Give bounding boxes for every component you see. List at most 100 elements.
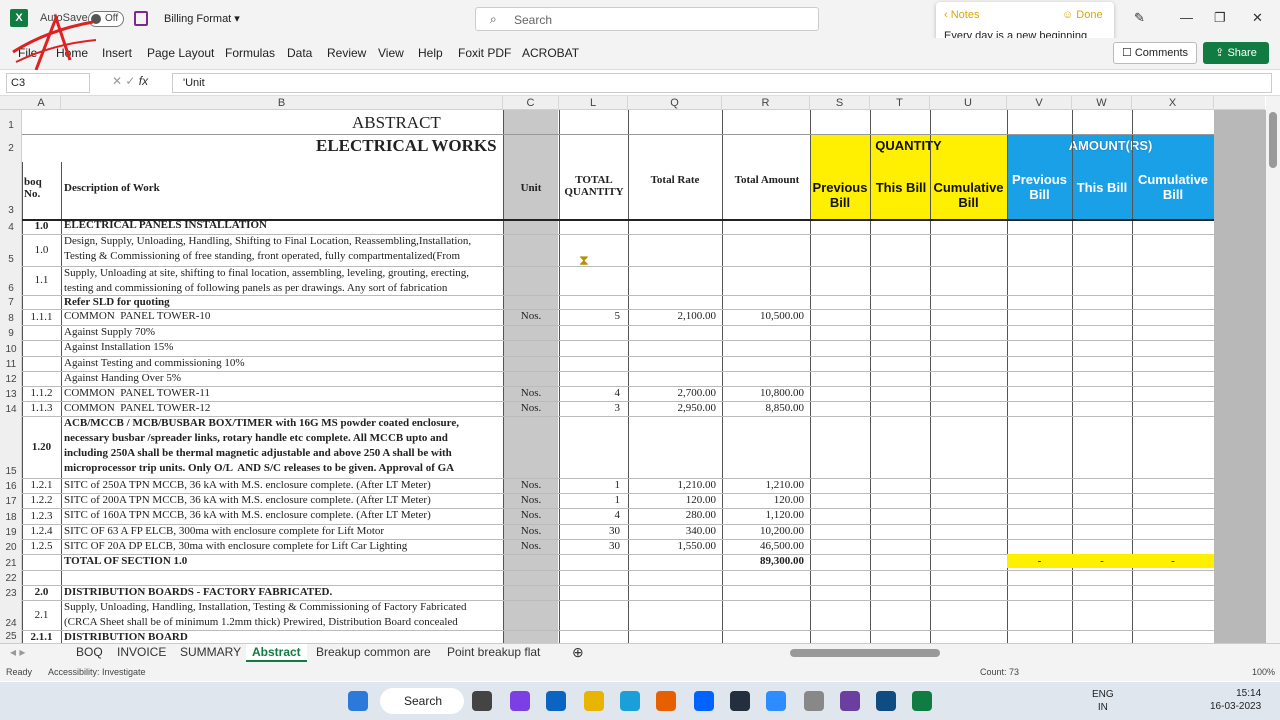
quantity-cell[interactable] — [559, 266, 620, 295]
rate-cell[interactable] — [628, 234, 716, 266]
unit-cell[interactable]: Nos. — [503, 524, 559, 539]
amount-cell[interactable] — [722, 340, 804, 356]
clock[interactable]: 15:14 16-03-2023 — [1210, 687, 1261, 713]
row-header[interactable]: 24 — [0, 618, 22, 629]
unit-cell[interactable]: Nos. — [503, 539, 559, 554]
tab-boq[interactable]: BOQ — [76, 644, 103, 662]
scroll-thumb[interactable] — [1269, 112, 1277, 168]
unit-cell[interactable]: Nos. — [503, 386, 559, 401]
document-title[interactable]: Billing Format ▾ — [164, 12, 240, 25]
boq-cell[interactable] — [22, 356, 61, 371]
quantity-cell[interactable] — [559, 600, 620, 630]
horizontal-scrollbar[interactable] — [790, 649, 940, 657]
amount-cell[interactable] — [722, 585, 804, 600]
quantity-cell[interactable] — [559, 340, 620, 356]
unit-cell[interactable]: Nos. — [503, 401, 559, 416]
unit-cell[interactable] — [503, 340, 559, 356]
dropbox-icon[interactable] — [694, 691, 714, 711]
outlook-icon[interactable] — [546, 691, 566, 711]
qty-previous-bill-header[interactable]: Previous Bill — [810, 180, 870, 210]
quantity-cell[interactable]: 1 — [559, 478, 621, 493]
boq-cell[interactable]: 1.0 — [22, 234, 61, 266]
row-header[interactable]: 11 — [0, 359, 22, 370]
quantity-header[interactable]: QUANTITY — [810, 138, 1007, 153]
unit-cell[interactable] — [503, 325, 559, 340]
tab-abstract[interactable]: Abstract — [246, 644, 307, 662]
row-header[interactable]: 25 — [0, 631, 22, 642]
row-header[interactable]: 15 — [0, 466, 22, 477]
row-header[interactable]: 10 — [0, 344, 22, 355]
vertical-scrollbar[interactable] — [1266, 96, 1280, 643]
rate-cell[interactable] — [628, 554, 716, 570]
rate-cell[interactable] — [628, 570, 716, 585]
col-header[interactable]: X — [1132, 96, 1214, 110]
row-header[interactable]: 12 — [0, 374, 22, 385]
unit-cell[interactable] — [503, 600, 559, 630]
unit-cell[interactable]: Nos. — [503, 508, 559, 524]
col-header[interactable]: A — [22, 96, 61, 110]
amount-cell[interactable] — [722, 234, 804, 266]
amount-cell[interactable]: 10,800.00 — [722, 386, 804, 401]
rate-cell[interactable]: 120.00 — [628, 493, 716, 508]
amount-cell[interactable] — [722, 266, 804, 295]
boq-cell[interactable] — [22, 570, 61, 585]
amount-cell[interactable] — [722, 325, 804, 340]
description-cell[interactable]: COMMON PANEL TOWER-10 — [64, 309, 502, 325]
unit-cell[interactable] — [503, 266, 559, 295]
zoom-level[interactable]: 100% — [1252, 667, 1275, 677]
amount-cell[interactable]: 120.00 — [722, 493, 804, 508]
quantity-cell[interactable]: 5 — [559, 309, 621, 325]
prev-sheet-icon[interactable]: ◂ ▸ — [10, 644, 25, 662]
taskbar-search[interactable]: Search — [380, 688, 464, 714]
unit-cell[interactable] — [503, 356, 559, 371]
col-header[interactable]: L — [559, 96, 628, 110]
col-header[interactable]: Q — [628, 96, 722, 110]
taskview-icon[interactable] — [472, 691, 492, 711]
amount-cell[interactable] — [722, 600, 804, 630]
rate-cell[interactable]: 280.00 — [628, 508, 716, 524]
quantity-cell[interactable]: 30 — [559, 524, 620, 539]
unit-cell[interactable] — [503, 570, 559, 585]
amount-cell[interactable]: 10,500.00 — [722, 309, 804, 325]
description-cell[interactable]: DISTRIBUTION BOARD — [64, 630, 502, 643]
quantity-cell[interactable] — [559, 585, 620, 600]
unit-cell[interactable] — [503, 585, 559, 600]
amount-cell[interactable] — [722, 295, 804, 309]
description-cell[interactable]: COMMON PANEL TOWER-11 — [64, 386, 502, 401]
description-cell[interactable]: Against Handing Over 5% — [64, 371, 502, 386]
col-header[interactable]: S — [810, 96, 870, 110]
share-button[interactable]: ⇪ Share — [1203, 42, 1269, 64]
total-bill-cell[interactable]: - — [1072, 554, 1132, 568]
amount-cell[interactable] — [722, 570, 804, 585]
description-header[interactable]: Description of Work — [64, 182, 160, 194]
boq-cell[interactable] — [22, 340, 61, 356]
menu-foxit-pdf[interactable]: Foxit PDF — [458, 46, 511, 60]
clipchamp-icon[interactable] — [840, 691, 860, 711]
tab-invoice[interactable]: INVOICE — [117, 644, 166, 662]
description-cell[interactable]: Supply, Unloading at site, shifting to f… — [64, 266, 502, 295]
row-header[interactable]: 23 — [0, 588, 22, 599]
quantity-cell[interactable] — [559, 234, 620, 266]
notes-done-button[interactable]: ☺ Done — [1062, 9, 1103, 21]
boq-cell[interactable]: 1.20 — [22, 416, 61, 478]
description-cell[interactable]: SITC of 160A TPN MCCB, 36 kA with M.S. e… — [64, 508, 502, 524]
rate-cell[interactable]: 2,100.00 — [628, 309, 717, 325]
teams-icon[interactable] — [510, 691, 530, 711]
rate-cell[interactable] — [628, 218, 716, 234]
add-sheet-icon[interactable]: ⊕ — [572, 644, 584, 662]
tab-summary[interactable]: SUMMARY — [180, 644, 241, 662]
boq-cell[interactable]: 1.1 — [22, 266, 61, 295]
quantity-cell[interactable] — [559, 325, 620, 340]
description-cell[interactable]: SITC of 250A TPN MCCB, 36 kA with M.S. e… — [64, 478, 502, 493]
description-cell[interactable]: Against Supply 70% — [64, 325, 502, 340]
total-rate-header[interactable]: Total Rate — [640, 174, 710, 186]
row-header[interactable]: 20 — [0, 542, 22, 553]
amount-cell[interactable]: 8,850.00 — [722, 401, 805, 416]
row-header[interactable]: 4 — [0, 222, 22, 233]
quantity-cell[interactable] — [559, 554, 620, 570]
amount-cell[interactable]: 89,300.00 — [722, 554, 804, 570]
quantity-cell[interactable] — [559, 630, 620, 643]
description-cell[interactable]: COMMON PANEL TOWER-12 — [64, 401, 502, 416]
description-cell[interactable]: ELECTRICAL PANELS INSTALLATION — [64, 218, 502, 234]
col-header[interactable]: C — [503, 96, 559, 110]
